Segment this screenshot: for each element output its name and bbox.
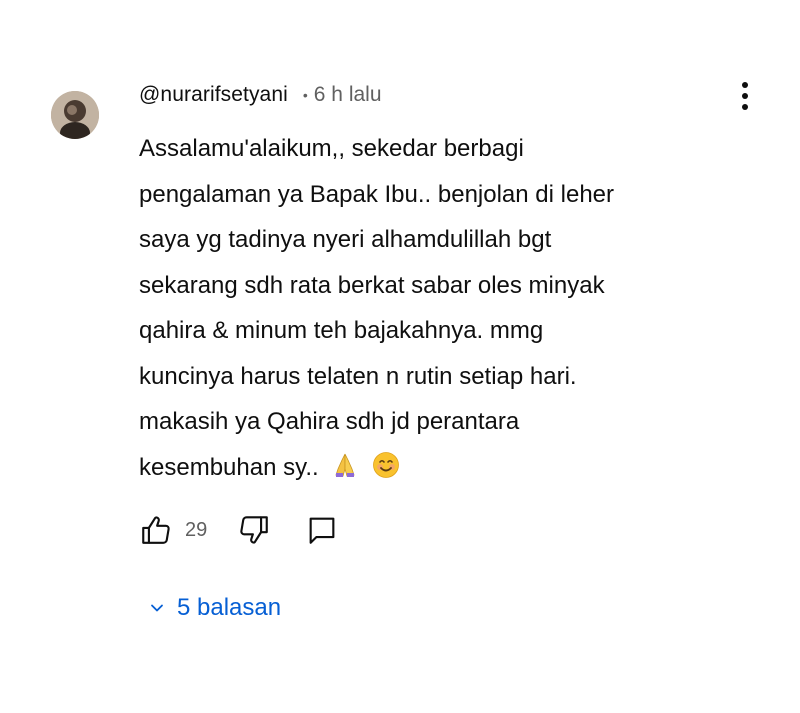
more-icon [742, 82, 748, 88]
reply-button[interactable] [305, 513, 339, 547]
author-handle[interactable]: @nurarifsetyani [139, 83, 288, 107]
comment-line: Assalamu'alaikum,, sekedar berbagi [139, 135, 524, 162]
comment-line: kuncinya harus telaten n rutin setiap ha… [139, 362, 577, 390]
comment-text: Assalamu'alaikum,, sekedar berbagi penga… [139, 126, 739, 490]
dislike-button[interactable] [237, 513, 271, 547]
thumbs-down-icon [240, 516, 269, 544]
reply-icon [309, 517, 335, 544]
timestamp[interactable]: 6 h lalu [314, 83, 382, 107]
comment-line: makasih ya Qahira sdh jd perantara [139, 408, 520, 435]
comment-line: saya yg tadinya nyeri alhamdulillah bgt [139, 226, 552, 253]
comment-line: pengalaman ya Bapak Ibu.. benjolan di le… [139, 180, 615, 208]
folded-hands-emoji [331, 449, 359, 495]
comment-actions: 29 [139, 513, 339, 547]
comment-header: @nurarifsetyani • 6 h lalu [139, 80, 382, 110]
replies-count-label: 5 balasan [177, 594, 282, 621]
comment-line: sekarang sdh rata berkat sabar oles miny… [139, 271, 605, 299]
comment-line-last: kesembuhan sy.. [139, 445, 739, 491]
avatar[interactable] [51, 91, 99, 139]
comment-line-text: kesembuhan sy.. [139, 453, 319, 481]
comment-thread: @nurarifsetyani • 6 h lalu Assalamu'alai… [0, 0, 800, 713]
thumbs-up-icon [142, 516, 170, 544]
comment-line: qahira & minum teh bajakahnya. mmg [139, 317, 544, 344]
separator-dot: • [302, 87, 308, 103]
smiling-face-emoji [372, 449, 400, 495]
like-button[interactable] [139, 513, 173, 547]
avatar-image [51, 91, 99, 139]
chevron-down-icon [151, 604, 163, 612]
like-count: 29 [185, 518, 208, 541]
more-actions-button[interactable] [728, 76, 762, 116]
view-replies-button[interactable]: 5 balasan [149, 590, 281, 626]
